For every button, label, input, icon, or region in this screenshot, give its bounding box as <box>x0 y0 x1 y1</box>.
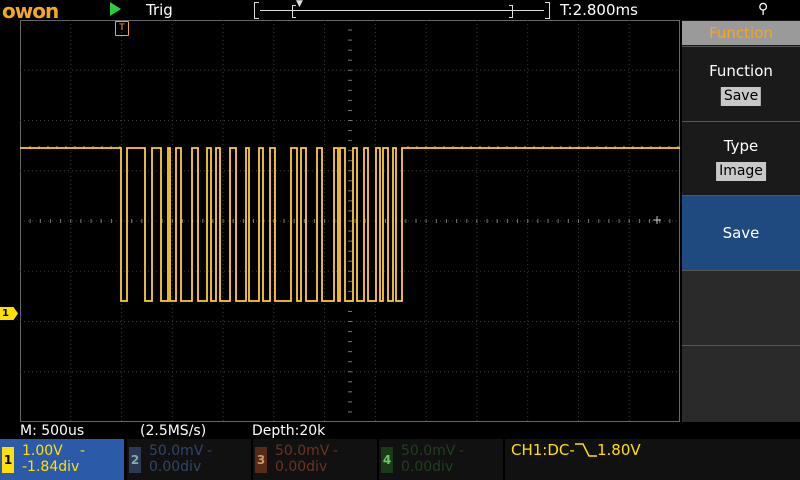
waveform-display[interactable]: + <box>20 20 680 422</box>
trigger-level: 1.80V <box>597 441 641 459</box>
menu-item-empty-4[interactable] <box>682 270 800 345</box>
channel-2-suffix: - <box>207 443 213 459</box>
menu-item-type-label: Type <box>723 137 759 155</box>
acquisition-info-row <box>0 422 680 438</box>
channel-1-position: -1.84div <box>22 459 80 475</box>
channel-2-box[interactable]: 2 50.0mV - 0.00div <box>127 439 251 480</box>
bar-left-bracket <box>254 2 259 19</box>
bar-right-bracket <box>545 2 550 19</box>
trigger-info-box[interactable]: CH1:DC- 1.80V <box>505 439 800 480</box>
menu-item-function-value: Save <box>720 87 762 106</box>
trigger-position-icon: ▼ <box>296 0 303 9</box>
timebase-label[interactable]: M: 500us <box>20 423 84 439</box>
channel-4-number: 4 <box>381 447 393 473</box>
channel-3-box[interactable]: 3 50.0mV - 0.00div <box>253 439 377 480</box>
channel-3-number: 3 <box>255 447 267 473</box>
sample-rate-label: (2.5MS/s) <box>140 423 207 439</box>
menu-item-type[interactable]: Type Image <box>682 121 800 195</box>
channel-4-box[interactable]: 4 50.0mV - 0.00div <box>379 439 503 480</box>
memory-position-bar[interactable]: ▼ <box>254 0 550 19</box>
channel-4-suffix: - <box>459 443 465 459</box>
channel-1-number: 1 <box>2 447 14 473</box>
memory-depth-label[interactable]: Depth:20k <box>252 423 325 439</box>
ch1-offset-marker[interactable]: 1 <box>0 307 18 320</box>
horizontal-delay[interactable]: T:2.800ms <box>560 1 638 19</box>
menu-item-function-label: Function <box>709 62 773 80</box>
channel-1-volts: 1.00V <box>22 443 63 459</box>
menu-item-save-button[interactable]: Save <box>682 195 800 270</box>
channel-2-position: 0.00div <box>149 459 202 475</box>
trigger-coupling: CH1:DC- <box>511 441 575 459</box>
bar-track <box>260 10 544 11</box>
view-window-right <box>509 5 513 18</box>
channel-3-position: 0.00div <box>275 459 328 475</box>
graticule <box>20 20 680 422</box>
channel-4-volts: 50.0mV <box>401 443 456 459</box>
menu-item-empty-5[interactable] <box>682 345 800 422</box>
trigger-status: Trig <box>146 1 173 19</box>
crosshair-icon: + <box>652 213 662 227</box>
menu-item-type-value: Image <box>716 162 766 181</box>
channel-3-suffix: - <box>333 443 339 459</box>
channel-1-suffix: - <box>80 443 86 459</box>
channel-4-position: 0.00div <box>401 459 454 475</box>
channel-2-number: 2 <box>129 447 141 473</box>
usb-icon: ⚲ <box>758 1 769 17</box>
menu-title: Function <box>682 21 800 45</box>
menu-item-save-label: Save <box>722 224 760 242</box>
run-state-icon[interactable] <box>110 2 121 16</box>
channel-1-box[interactable]: 1 1.00V - -1.84div <box>0 439 124 480</box>
menu-item-function[interactable]: Function Save <box>682 46 800 121</box>
channel-3-volts: 50.0mV <box>275 443 330 459</box>
trigger-position-marker[interactable]: T <box>115 21 129 36</box>
channel-2-volts: 50.0mV <box>149 443 204 459</box>
falling-edge-icon <box>575 443 597 457</box>
